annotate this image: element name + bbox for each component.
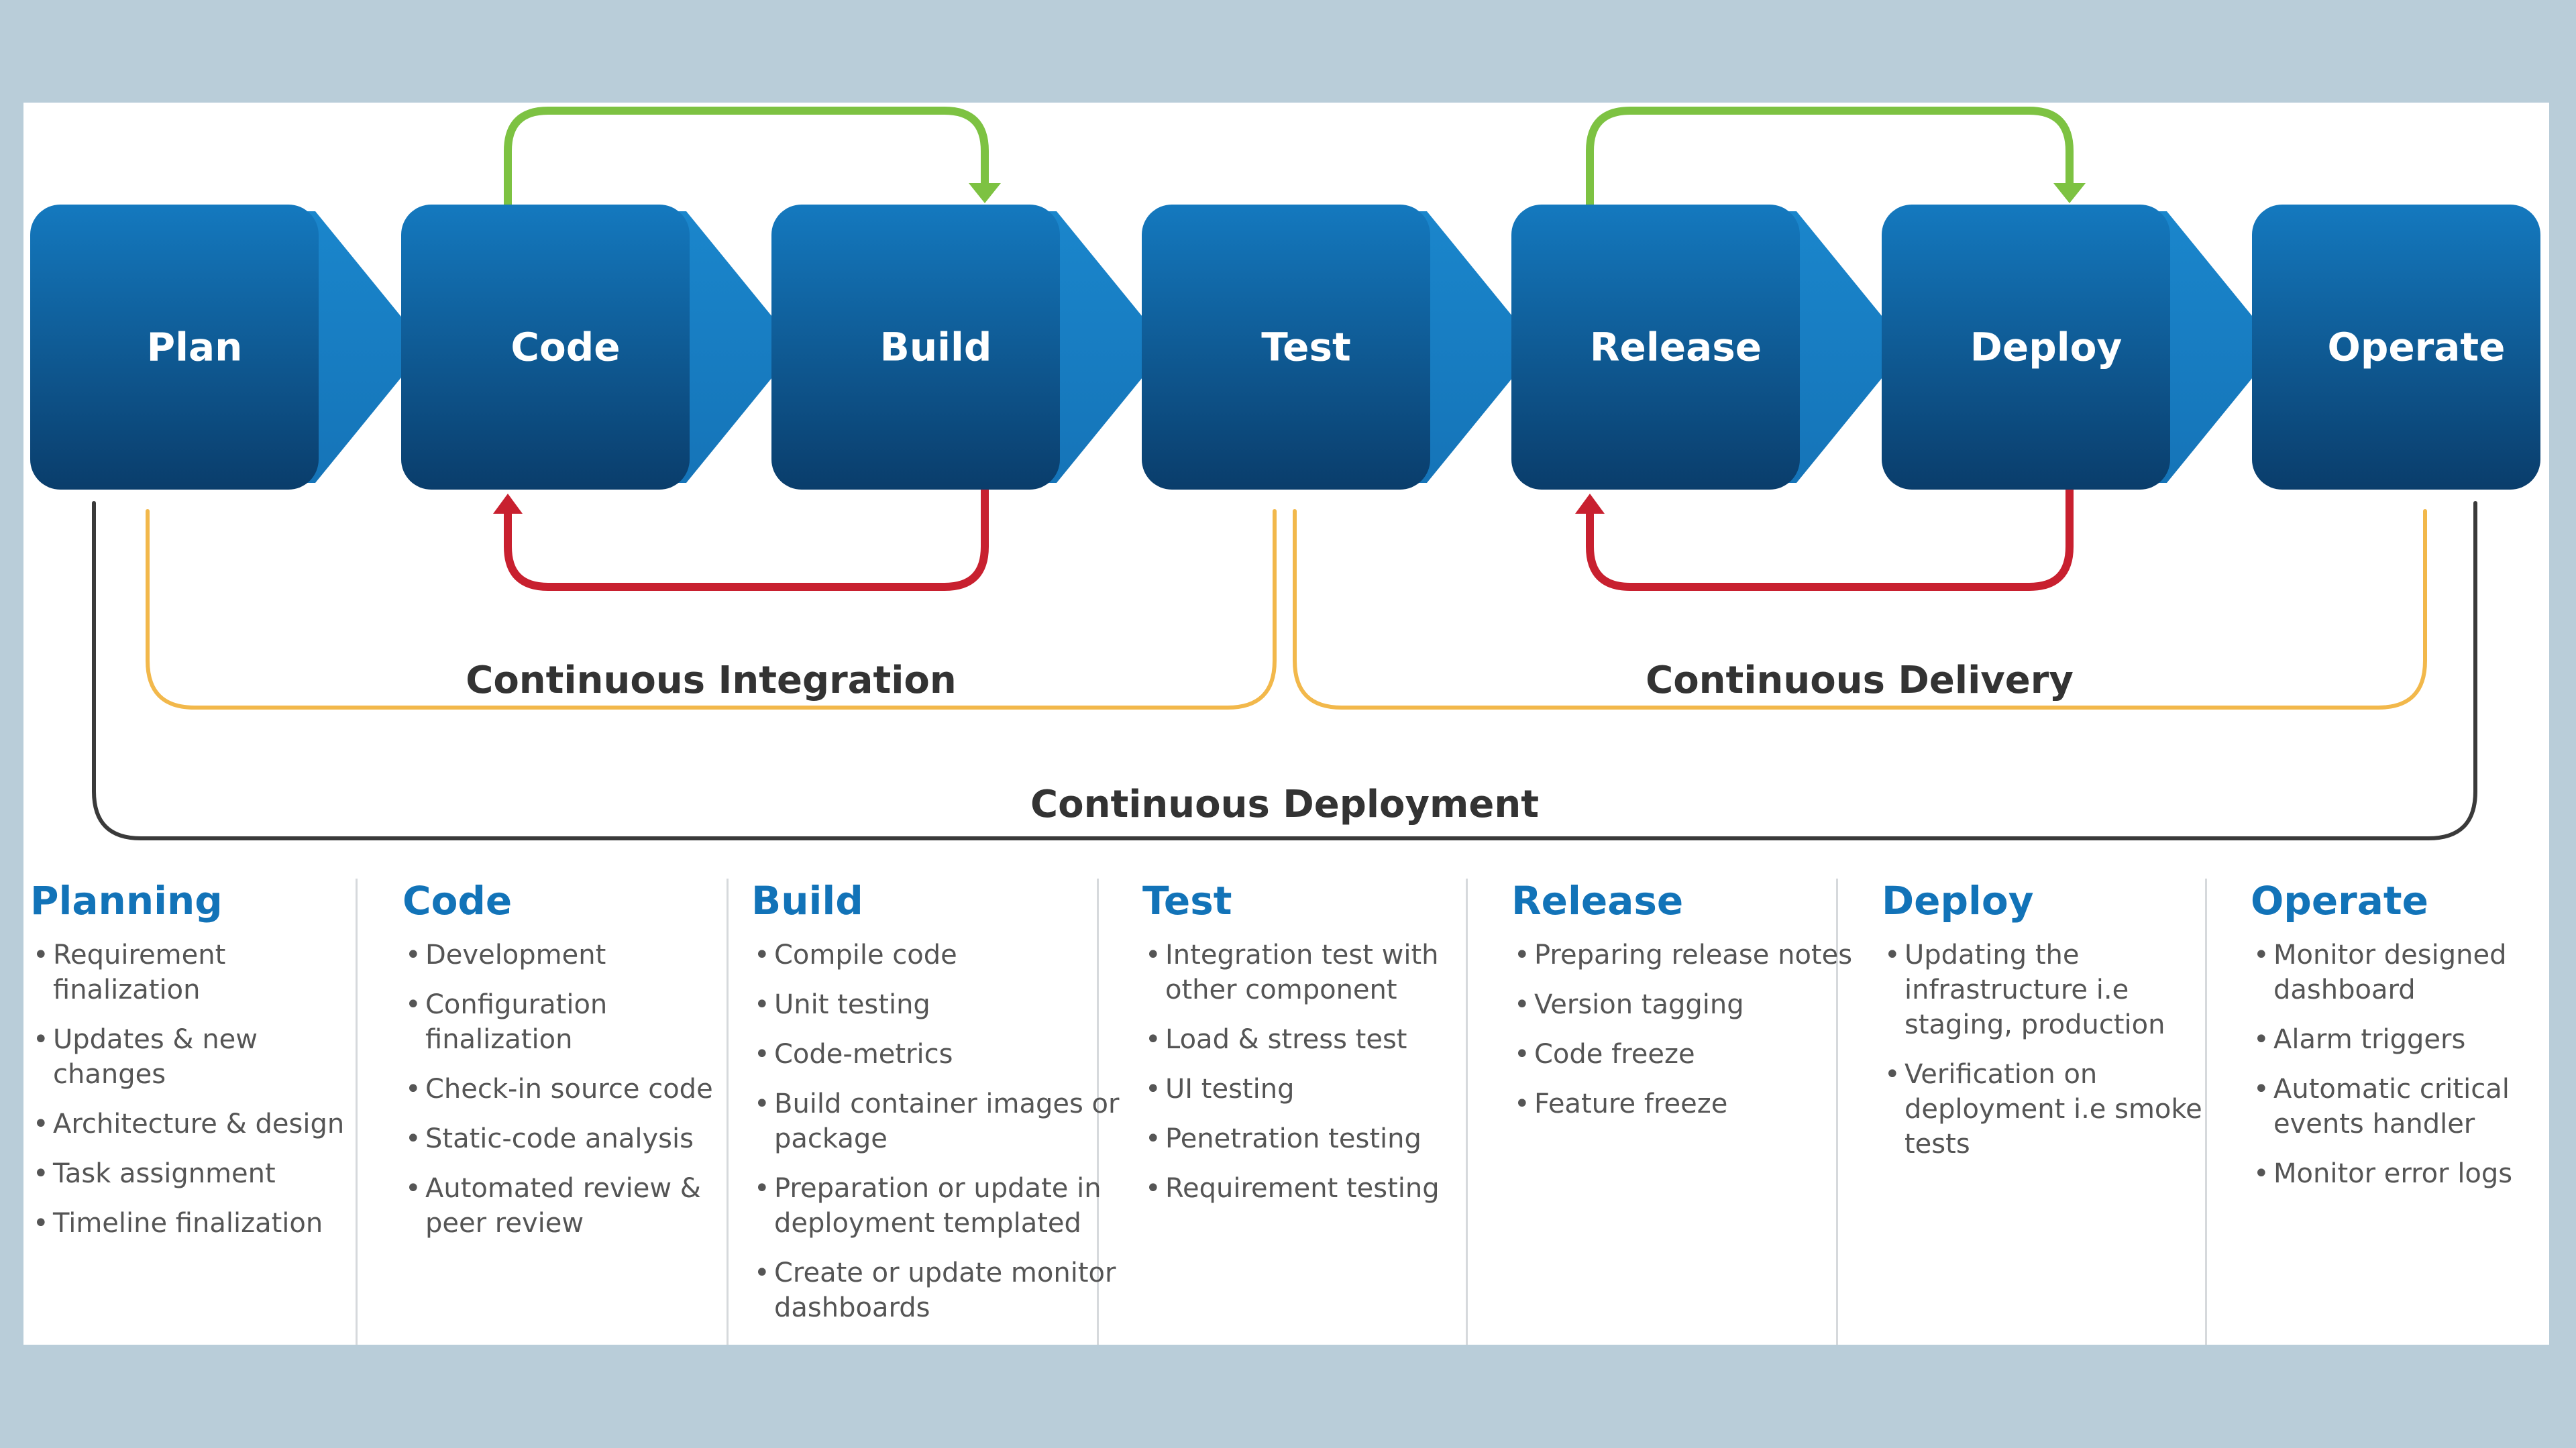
column-list: Preparing release notes Version tagging Co… [1511,938,1860,1121]
continuous-delivery-label: Continuous Delivery [1646,659,2074,702]
stage-operate-label: Operate [2328,325,2506,370]
list-item: Integration test with other component [1142,938,1491,1007]
stage-code: Code [401,205,797,490]
column-list: Monitor designed dashboard Alarm triggers… [2251,938,2546,1191]
column-title: Planning [30,878,223,924]
loop-line [1586,490,2074,591]
continuous-deployment-label: Continuous Deployment [1030,783,1539,826]
stage-plan: Plan [30,205,426,490]
stage-deploy: Deploy [1882,205,2277,490]
list-item: Architecture & design [30,1107,366,1141]
arrowhead-icon [1575,494,1605,514]
list-item: Penetration testing [1142,1121,1491,1156]
list-item: Unit testing [751,987,1127,1022]
list-item: Preparation or update in deployment temp… [751,1171,1127,1241]
stage-build-label: Build [880,325,992,370]
column-list: Development Configuration finalization Che… [402,938,738,1241]
list-item: Preparing release notes [1511,938,1860,972]
stage-operate: Operate [2252,205,2540,490]
column-title: Code [402,878,513,924]
loop-line [504,107,989,205]
arrowhead-icon [2053,183,2086,203]
column-title: Test [1142,878,1232,924]
list-item: Automated review & peer review [402,1171,738,1241]
list-item: Code-metrics [751,1037,1127,1072]
list-item: Updating the infrastructure i.e staging,… [1882,938,2231,1042]
list-item: Code freeze [1511,1037,1860,1072]
column-list: Requirement finalization Updates & new ch… [30,938,366,1241]
list-item: Alarm triggers [2251,1022,2546,1057]
list-item: Load & stress test [1142,1022,1491,1057]
stage-plan-label: Plan [147,325,243,370]
stage-test-label: Test [1261,325,1350,370]
stage-release-label: Release [1590,325,1762,370]
column-title: Deploy [1882,878,2034,924]
column-build: Build Compile code Unit testing Code-metric… [751,865,1127,1345]
column-title: Release [1511,878,1684,924]
list-item: Create or update monitor dashboards [751,1256,1127,1325]
list-item: Task assignment [30,1156,366,1191]
loop-deploy-to-release [1575,490,2074,591]
column-operate: Operate Monitor designed dashboard Alarm t… [2251,865,2546,1345]
column-release: Release Preparing release notes Version ta… [1511,865,1860,1345]
list-item: UI testing [1142,1072,1491,1107]
column-title: Operate [2251,878,2428,924]
stage-details: Planning Requirement finalization Updates … [23,865,2549,1345]
column-test: Test Integration test with other componen… [1142,865,1491,1345]
list-item: Verification on deployment i.e smoke tes… [1882,1057,2231,1162]
stage-deploy-label: Deploy [1970,325,2123,370]
list-item: Version tagging [1511,987,1860,1022]
list-item: Build container images or package [751,1087,1127,1156]
list-item: Automatic critical events handler [2251,1072,2546,1141]
list-item: Feature freeze [1511,1087,1860,1121]
list-item: Compile code [751,938,1127,972]
column-code: Code Development Configuration finalizatio… [402,865,738,1345]
column-planning: Planning Requirement finalization Updates … [30,865,366,1345]
list-item: Timeline finalization [30,1206,366,1241]
column-list: Updating the infrastructure i.e staging,… [1882,938,2231,1162]
stage-code-label: Code [511,325,620,370]
list-item: Updates & new changes [30,1022,366,1092]
loop-code-to-build [504,107,1001,205]
list-item: Monitor designed dashboard [2251,938,2546,1007]
column-title: Build [751,878,863,924]
list-item: Requirement finalization [30,938,366,1007]
stage-build: Build [771,205,1167,490]
loop-line [1586,107,2074,205]
loop-build-to-code [493,490,989,591]
continuous-integration-label: Continuous Integration [466,659,957,702]
stage-release: Release [1511,205,1907,490]
list-item: Configuration finalization [402,987,738,1057]
list-item: Development [402,938,738,972]
arrowhead-icon [493,494,523,514]
loop-release-to-deploy [1586,107,2086,205]
list-item: Static-code analysis [402,1121,738,1156]
stage-test: Test [1142,205,1538,490]
column-deploy: Deploy Updating the infrastructure i.e st… [1882,865,2231,1345]
list-item: Monitor error logs [2251,1156,2546,1191]
list-item: Check-in source code [402,1072,738,1107]
column-list: Integration test with other component Loa… [1142,938,1491,1206]
loop-line [504,490,989,591]
list-item: Requirement testing [1142,1171,1491,1206]
column-list: Compile code Unit testing Code-metrics Buil… [751,938,1127,1325]
arrowhead-icon [969,183,1001,203]
